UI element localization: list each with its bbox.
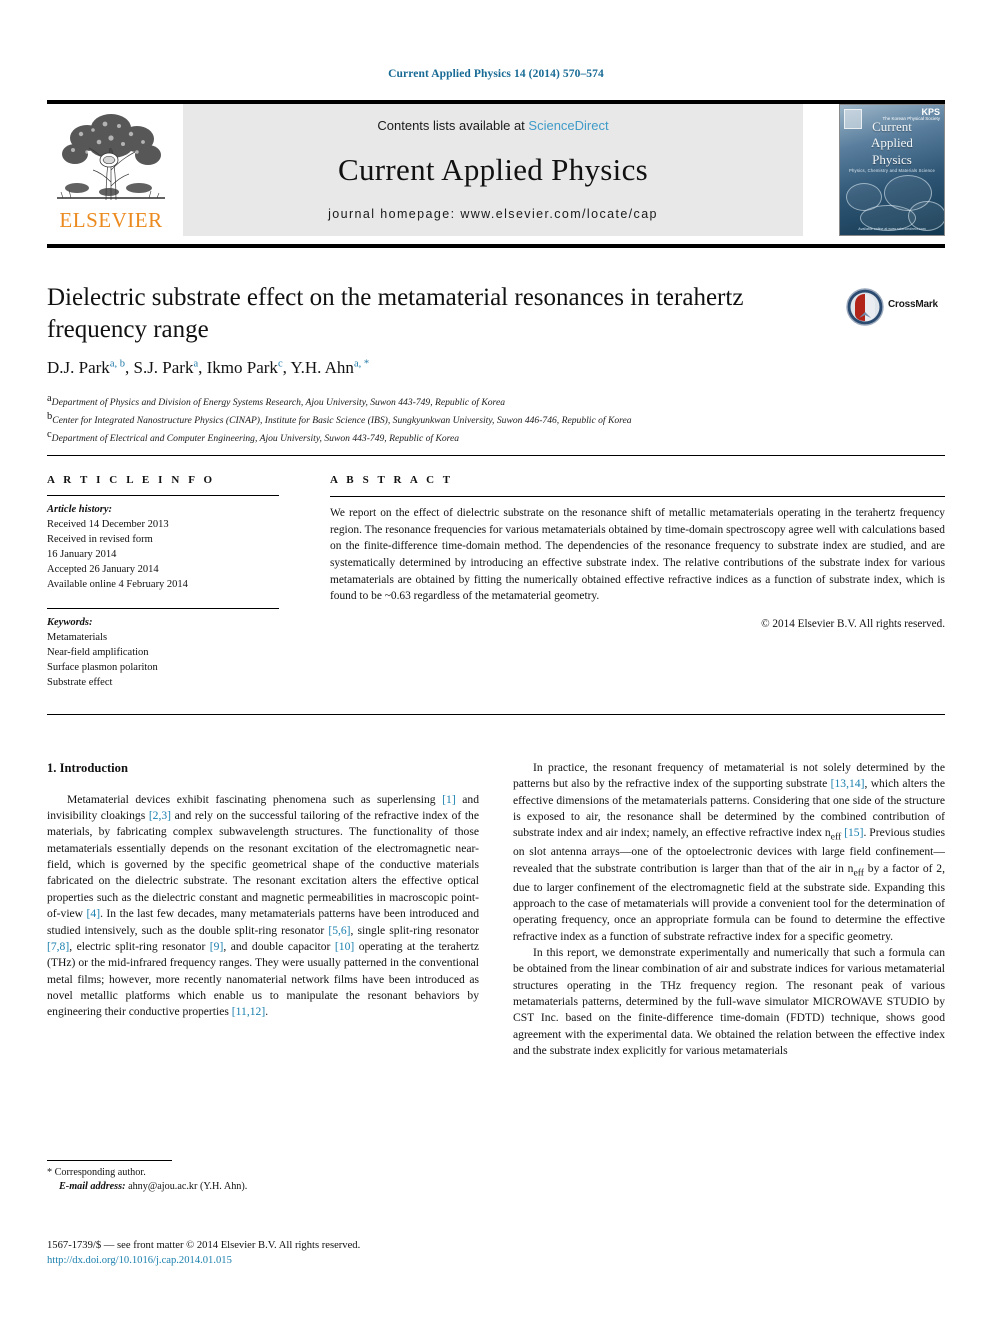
author-list: D.J. Parka, b, S.J. Parka, Ikmo Parkc, Y… [47, 358, 370, 377]
sciencedirect-link[interactable]: ScienceDirect [528, 118, 608, 133]
page-title: Dielectric substrate effect on the metam… [47, 284, 744, 343]
keyword-item: Substrate effect [47, 677, 113, 689]
journal-title: Current Applied Physics [338, 152, 648, 187]
citation-ref[interactable]: [11,12] [232, 1005, 265, 1018]
email-owner: (Y.H. Ahn). [199, 1181, 248, 1193]
history-item: Received in revised form [47, 533, 153, 545]
history-item: Accepted 26 January 2014 [47, 563, 159, 575]
article-info-heading: A R T I C L E I N F O [47, 474, 216, 486]
body-column-left: 1. Introduction Metamaterial devices exh… [47, 760, 479, 1021]
banner-center: Contents lists available at ScienceDirec… [183, 104, 803, 236]
affiliation-list: aDepartment of Physics and Division of E… [47, 392, 927, 445]
footnote-block: * Corresponding author. E-mail address: … [47, 1166, 479, 1195]
citation-ref[interactable]: [4] [87, 907, 101, 920]
author-item: S.J. Parka [133, 358, 199, 377]
abstract-heading: A B S T R A C T [330, 474, 454, 486]
citation-ref[interactable]: [15] [844, 826, 863, 839]
title-top-rule [47, 244, 945, 248]
keyword-item: Metamaterials [47, 632, 108, 644]
abstract-divider [330, 496, 945, 497]
article-info-divider [47, 495, 279, 496]
info-band-bottom-rule [47, 714, 945, 715]
abstract-block: A B S T R A C T We report on the effect … [330, 474, 945, 630]
doi-link[interactable]: http://dx.doi.org/10.1016/j.cap.2014.01.… [47, 1253, 547, 1268]
affiliation-item: aDepartment of Physics and Division of E… [47, 393, 505, 409]
abstract-text: We report on the effect of dielectric su… [330, 507, 945, 603]
keywords-divider [47, 608, 279, 610]
email-label: E-mail address: [59, 1181, 126, 1193]
email-link[interactable]: ahny@ajou.ac.kr [128, 1181, 197, 1192]
journal-cover-thumbnail: KPS The Korean Physical Society Current … [839, 104, 945, 236]
running-head: Current Applied Physics 14 (2014) 570–57… [388, 68, 604, 80]
citation-ref[interactable]: [5,6] [328, 924, 350, 937]
issn-line: 1567-1739/$ — see front matter © 2014 El… [47, 1240, 361, 1251]
body-paragraph: In this report, we demonstrate experimen… [513, 945, 945, 1058]
crossmark-label: CrossMark [888, 299, 938, 310]
history-item: Received 14 December 2013 [47, 518, 169, 530]
citation-ref[interactable]: [2,3] [149, 809, 171, 822]
crossmark-logo[interactable]: CrossMark [846, 288, 942, 328]
body-column-right: In practice, the resonant frequency of m… [513, 760, 945, 1059]
keyword-item: Surface plasmon polariton [47, 662, 158, 674]
crossmark-icon [846, 288, 884, 326]
cover-bottom-text: Available online at www.sciencedirect.co… [858, 227, 926, 231]
corresponding-author-note: * Corresponding author. [47, 1167, 146, 1178]
keyword-item: Near-field amplification [47, 647, 149, 659]
abstract-copyright: © 2014 Elsevier B.V. All rights reserved… [761, 617, 945, 630]
elsevier-logo: ELSEVIER [47, 104, 175, 236]
footer-block: 1567-1739/$ — see front matter © 2014 El… [47, 1238, 547, 1269]
affiliation-item: cDepartment of Electrical and Computer E… [47, 428, 460, 444]
footnote-rule [47, 1160, 172, 1161]
author-item: D.J. Parka, b [47, 358, 125, 377]
cover-title: Current Applied Physics [871, 119, 913, 167]
citation-ref[interactable]: [7,8] [47, 940, 69, 953]
history-item: Available online 4 February 2014 [47, 578, 188, 590]
citation-ref[interactable]: [9] [210, 940, 224, 953]
affiliation-item: bCenter for Integrated Nanostructure Phy… [47, 410, 632, 426]
cover-subtitle: Physics, Chemistry and Materials Science [849, 168, 935, 173]
paper-page: Current Applied Physics 14 (2014) 570–57… [0, 0, 992, 1323]
citation-ref[interactable]: [10] [335, 940, 354, 953]
author-item: Y.H. Ahna, * [290, 358, 370, 377]
article-history: Article history: Received 14 December 20… [47, 503, 297, 592]
article-history-label: Article history: [47, 504, 113, 515]
info-band-top-rule [47, 455, 945, 456]
body-paragraph: In practice, the resonant frequency of m… [513, 761, 945, 943]
elsevier-tree-icon [53, 108, 169, 206]
contents-prefix: Contents lists available at [377, 118, 529, 133]
contents-available-line: Contents lists available at ScienceDirec… [183, 118, 803, 133]
history-item: 16 January 2014 [47, 548, 117, 560]
elsevier-wordmark: ELSEVIER [59, 208, 163, 232]
keywords-block: Keywords: Metamaterials Near-field ampli… [47, 616, 297, 691]
body-paragraph: Metamaterial devices exhibit fascinating… [47, 792, 479, 1019]
section-title-introduction: 1. Introduction [47, 761, 128, 775]
citation-ref[interactable]: [1] [442, 793, 456, 806]
citation-ref[interactable]: [13,14] [831, 777, 865, 790]
author-item: Ikmo Parkc [206, 358, 283, 377]
journal-homepage[interactable]: journal homepage: www.elsevier.com/locat… [183, 207, 803, 221]
article-info-block: A R T I C L E I N F O Article history: R… [47, 474, 297, 691]
journal-banner: ELSEVIER Contents lists available at Sci… [47, 104, 945, 236]
keywords-label: Keywords: [47, 617, 93, 629]
